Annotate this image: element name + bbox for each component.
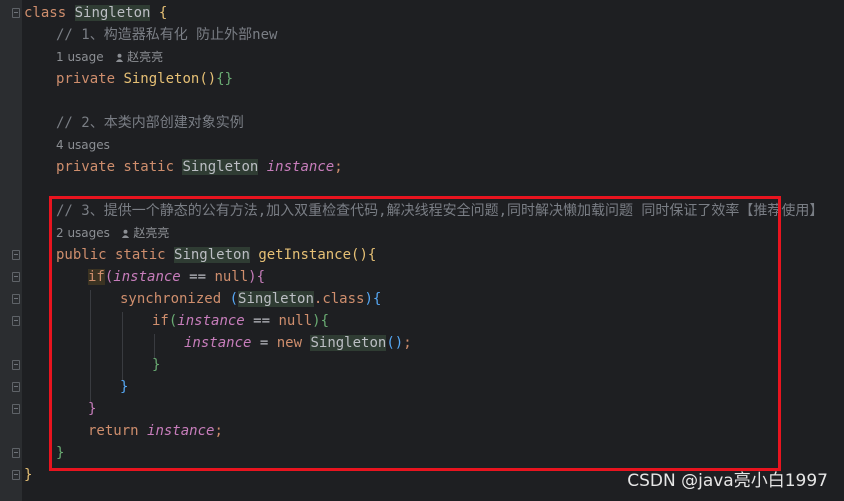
fold-icon[interactable] — [12, 404, 20, 414]
user-icon — [122, 229, 130, 238]
indent-guide — [122, 312, 123, 380]
fold-icon[interactable] — [12, 294, 20, 304]
code-comment-3: // 3、提供一个静态的公有方法,加入双重检查代码,解决线程安全问题,同时解决懒… — [56, 203, 824, 219]
code-line-constructor[interactable]: private Singleton(){} — [56, 68, 233, 90]
fold-icon[interactable] — [12, 272, 20, 282]
code-editor[interactable]: class Singleton { // 1、构造器私有化 防止外部new 1 … — [22, 0, 844, 501]
code-line-method-decl[interactable]: public static Singleton getInstance(){ — [56, 244, 376, 266]
fold-icon[interactable] — [12, 8, 20, 18]
code-line-return[interactable]: return instance; — [88, 420, 223, 442]
indent-guide — [90, 290, 91, 402]
watermark: CSDN @java亮小白1997 — [627, 471, 828, 491]
code-close-brace: } — [56, 445, 65, 461]
fold-icon[interactable] — [12, 448, 20, 458]
code-line-field[interactable]: private static Singleton instance; — [56, 156, 343, 178]
fold-icon[interactable] — [12, 250, 20, 260]
code-line-if-outer[interactable]: if(instance == null){ — [88, 266, 265, 288]
fold-icon[interactable] — [12, 316, 20, 326]
editor-gutter — [0, 0, 22, 501]
code-line-synchronized[interactable]: synchronized (Singleton.class){ — [120, 288, 381, 310]
code-line-if-inner[interactable]: if(instance == null){ — [152, 310, 329, 332]
usage-hint-3[interactable]: 2 usages 赵亮亮 — [56, 222, 169, 244]
usage-hint-2[interactable]: 4 usages — [56, 134, 110, 156]
code-close-brace: } — [24, 467, 33, 483]
code-close-brace: } — [120, 379, 129, 395]
user-icon — [116, 53, 124, 62]
code-close-brace: } — [152, 357, 161, 373]
code-comment-1: // 1、构造器私有化 防止外部new — [56, 27, 278, 43]
code-line-class-decl[interactable]: class Singleton { — [24, 2, 167, 24]
fold-icon[interactable] — [12, 360, 20, 370]
fold-icon[interactable] — [12, 382, 20, 392]
usage-hint-1[interactable]: 1 usage 赵亮亮 — [56, 46, 163, 68]
code-line-assign[interactable]: instance = new Singleton(); — [184, 332, 412, 354]
fold-icon[interactable] — [12, 470, 20, 480]
code-close-brace: } — [88, 401, 97, 417]
code-comment-2: // 2、本类内部创建对象实例 — [56, 115, 244, 131]
